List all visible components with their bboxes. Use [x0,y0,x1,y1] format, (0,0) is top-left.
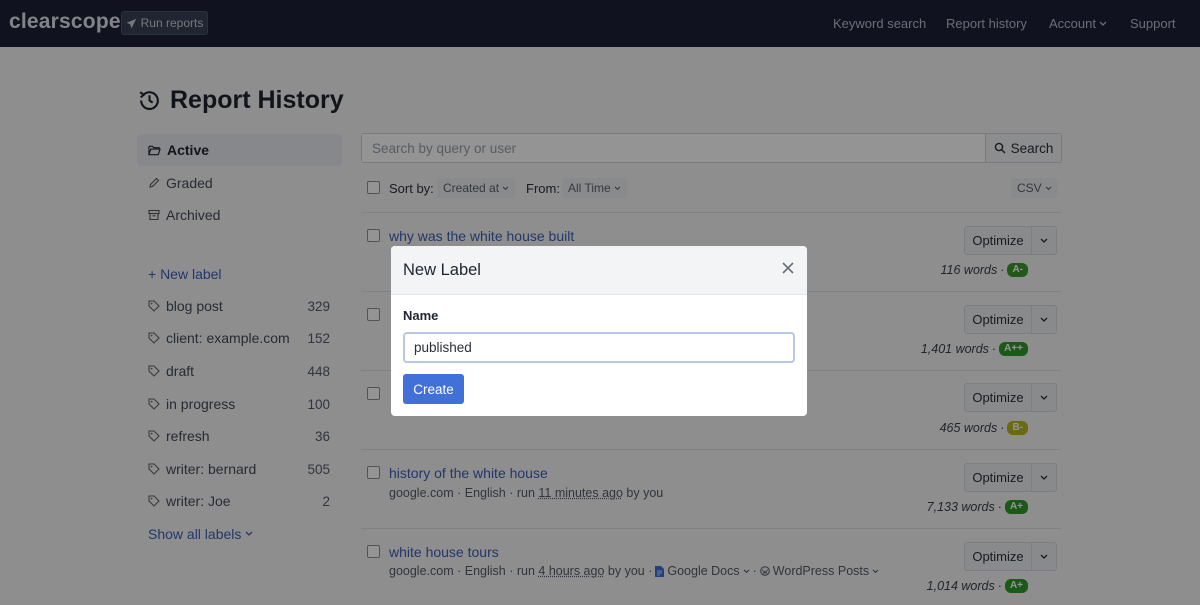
new-label-modal: New Label Name Create [391,246,807,416]
create-button[interactable]: Create [403,374,464,404]
label-name-input[interactable] [403,332,795,363]
modal-title: New Label [403,260,481,279]
modal-header: New Label [391,246,807,295]
close-icon[interactable] [781,261,795,275]
name-field-label: Name [403,308,439,323]
